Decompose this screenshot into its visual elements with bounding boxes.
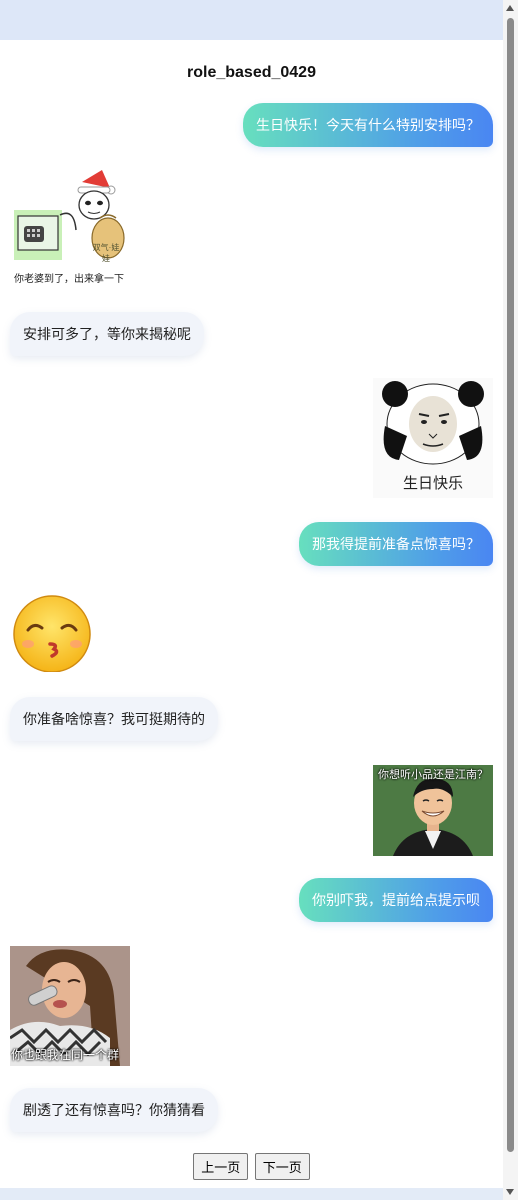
message-bot: 安排可多了，等你来揭秘呢 <box>10 312 204 356</box>
message-user: 生日快乐！今天有什么特别安排吗？ <box>243 103 493 147</box>
message-user: 你别吓我，提前给点提示呗 <box>299 878 493 922</box>
scrollbar-thumb[interactable] <box>507 18 514 1152</box>
chat-container: role_based_0429 生日快乐！今天有什么特别安排吗？ 双气·娃娃 你… <box>0 40 503 1188</box>
sticker-bag-text: 双气·娃娃 <box>92 243 120 263</box>
prev-page-button[interactable]: 上一页 <box>193 1153 249 1180</box>
page-title: role_based_0429 <box>187 64 316 81</box>
sticker-caption: 你想听小品还是江南？ <box>378 769 488 781</box>
sticker-kiss-emoji <box>10 592 98 672</box>
sticker-santa-panda: 双气·娃娃 你老婆到了，出来拿一下 <box>10 170 130 290</box>
message-bot: 剧透了还有惊喜吗？你猜猜看 <box>10 1088 218 1132</box>
sticker-smiling-man: 你想听小品还是江南？ <box>373 765 493 856</box>
sticker-singing-woman: 你也跟我在同一个群 <box>10 946 130 1066</box>
pagination: 上一页 下一页 <box>0 1153 503 1180</box>
next-page-button[interactable]: 下一页 <box>254 1153 310 1180</box>
scroll-up-arrow-icon[interactable] <box>506 5 514 11</box>
kiss-emoji-icon <box>13 595 91 672</box>
vertical-scrollbar[interactable] <box>503 0 518 1200</box>
message-user: 那我得提前准备点惊喜吗？ <box>299 522 493 566</box>
sticker-caption: 生日快乐 <box>402 475 463 492</box>
sticker-caption: 你也跟我在同一个群 <box>11 1048 120 1062</box>
sticker-panda-birthday: 生日快乐 <box>373 378 493 498</box>
sticker-caption: 你老婆到了，出来拿一下 <box>14 274 124 285</box>
scroll-down-arrow-icon[interactable] <box>506 1189 514 1195</box>
message-bot: 你准备啥惊喜？我可挺期待的 <box>10 697 218 741</box>
